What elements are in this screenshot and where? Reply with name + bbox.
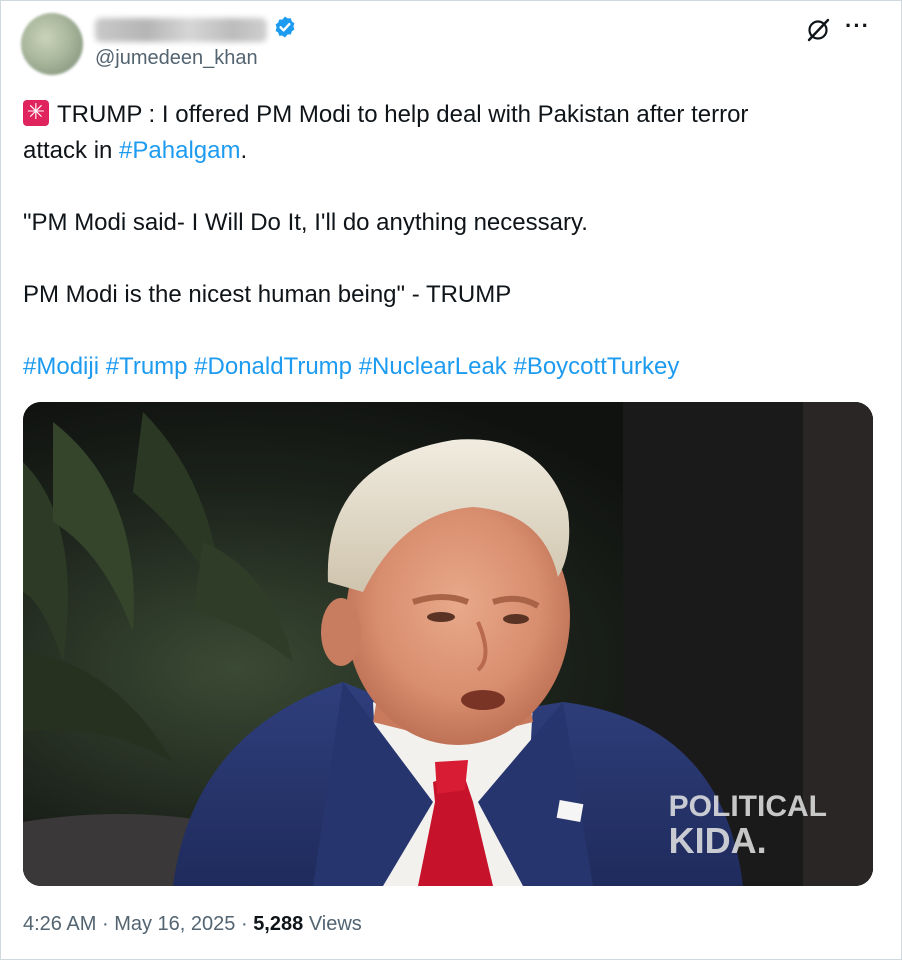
video-watermark: POLITICAL KIDA.	[668, 790, 827, 861]
author-name-blurred[interactable]	[95, 18, 267, 42]
more-dots-icon[interactable]: ···	[845, 15, 875, 41]
views-label: Views	[308, 913, 362, 935]
tweet-line-3: "PM Modi said- I Will Do It, I'll do any…	[23, 209, 588, 236]
tweet-line-2-text: attack in	[23, 137, 120, 164]
views-count: 5,288	[253, 913, 304, 935]
tweet-card: @jumedeen_khan ··· TRUMP : I offered PM …	[0, 0, 902, 960]
tweet-date-link[interactable]: May 16, 2025	[114, 913, 235, 935]
tweet-line-4: PM Modi is the nicest human being" - TRU…	[23, 281, 512, 308]
hashtag-link-pahalgam[interactable]: #Pahalgam	[119, 137, 240, 164]
tweet-text: TRUMP : I offered PM Modi to help deal w…	[23, 97, 873, 385]
tweet-time-link[interactable]: 4:26 AM	[23, 913, 96, 935]
author-handle[interactable]: @jumedeen_khan	[95, 47, 258, 70]
video-player[interactable]: POLITICAL KIDA.	[23, 402, 873, 886]
hashtag-link[interactable]: #Trump	[106, 353, 188, 380]
tweet-footer: 4:26 AM · May 16, 2025 · 5,288 Views	[23, 913, 362, 936]
watermark-line-1: POLITICAL	[668, 790, 827, 823]
hashtag-link[interactable]: #BoycottTurkey	[513, 353, 679, 380]
tweet-line-1-text: TRUMP : I offered PM Modi to help deal w…	[57, 101, 749, 128]
verified-badge-icon	[275, 16, 295, 38]
separator: ·	[240, 913, 248, 935]
tweet-line-2: attack in #Pahalgam.	[23, 133, 873, 169]
tweet-line-1: TRUMP : I offered PM Modi to help deal w…	[23, 97, 873, 133]
hashtag-link[interactable]: #DonaldTrump	[194, 353, 352, 380]
tweet-line-2-end: .	[240, 137, 248, 164]
separator: ·	[101, 913, 109, 935]
hashtag-link[interactable]: #Modiji	[23, 353, 99, 380]
author-avatar[interactable]	[21, 13, 83, 75]
grok-icon[interactable]	[805, 17, 831, 43]
hashtag-row: #Modiji #Trump #DonaldTrump #NuclearLeak…	[23, 349, 873, 385]
rotating-light-icon	[23, 97, 49, 127]
watermark-line-2: KIDA.	[668, 820, 767, 861]
hashtag-link[interactable]: #NuclearLeak	[359, 353, 507, 380]
